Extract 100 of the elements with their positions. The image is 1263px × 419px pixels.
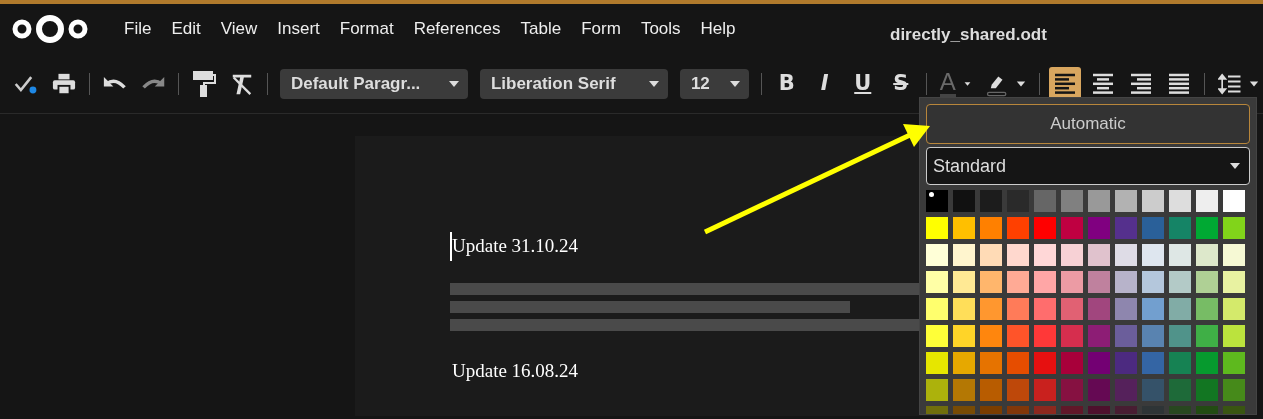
color-swatch[interactable] (1196, 352, 1218, 374)
color-swatch[interactable] (1007, 379, 1029, 401)
color-swatch[interactable] (953, 271, 975, 293)
color-swatch[interactable] (1034, 244, 1056, 266)
color-swatch[interactable] (1223, 271, 1245, 293)
color-swatch[interactable] (1223, 190, 1245, 212)
color-swatch[interactable] (980, 298, 1002, 320)
color-swatch[interactable] (1142, 325, 1164, 347)
color-swatch[interactable] (1061, 379, 1083, 401)
color-swatch[interactable] (1034, 271, 1056, 293)
color-swatch[interactable] (1088, 352, 1110, 374)
color-swatch[interactable] (1115, 271, 1137, 293)
color-swatch[interactable] (1196, 325, 1218, 347)
color-swatch[interactable] (953, 352, 975, 374)
color-swatch[interactable] (1007, 298, 1029, 320)
color-swatch[interactable] (1142, 352, 1164, 374)
color-swatch[interactable] (1169, 271, 1191, 293)
color-swatch[interactable] (1196, 379, 1218, 401)
color-swatch[interactable] (1223, 325, 1245, 347)
color-swatch[interactable] (1142, 379, 1164, 401)
color-swatch[interactable] (1061, 190, 1083, 212)
color-swatch[interactable] (1061, 325, 1083, 347)
color-swatch[interactable] (1196, 244, 1218, 266)
menu-item[interactable]: File (114, 16, 162, 42)
color-swatch[interactable] (1169, 379, 1191, 401)
bold-button[interactable]: B (770, 66, 803, 101)
color-swatch[interactable] (926, 352, 948, 374)
color-swatch[interactable] (1115, 379, 1137, 401)
color-swatch[interactable] (953, 379, 975, 401)
menu-item[interactable]: Edit (161, 16, 211, 42)
italic-button[interactable]: I (808, 66, 841, 101)
color-swatch[interactable] (1007, 217, 1029, 239)
color-swatch[interactable] (1142, 298, 1164, 320)
menu-item[interactable]: Form (571, 16, 631, 42)
color-swatch[interactable] (1088, 244, 1110, 266)
color-swatch[interactable] (980, 244, 1002, 266)
color-swatch[interactable] (1169, 244, 1191, 266)
color-swatch[interactable] (1007, 325, 1029, 347)
color-swatch[interactable] (1115, 190, 1137, 212)
color-swatch[interactable] (1169, 298, 1191, 320)
color-swatch[interactable] (1115, 217, 1137, 239)
underline-button[interactable]: U (846, 66, 879, 101)
color-swatch[interactable] (926, 325, 948, 347)
color-swatch[interactable] (1142, 190, 1164, 212)
menu-item[interactable]: Insert (267, 16, 330, 42)
color-swatch[interactable] (1196, 271, 1218, 293)
color-swatch[interactable] (1034, 325, 1056, 347)
color-swatch[interactable] (1223, 244, 1245, 266)
color-swatch[interactable] (1169, 325, 1191, 347)
color-swatch[interactable] (953, 190, 975, 212)
menu-item[interactable]: Help (690, 16, 746, 42)
color-swatch[interactable] (1142, 217, 1164, 239)
color-swatch[interactable] (980, 325, 1002, 347)
color-swatch[interactable] (1115, 244, 1137, 266)
logo-icon[interactable] (10, 13, 90, 45)
color-swatch[interactable] (1088, 298, 1110, 320)
color-swatch[interactable] (926, 217, 948, 239)
color-swatch[interactable] (926, 298, 948, 320)
color-swatch[interactable] (926, 190, 948, 212)
menu-item[interactable]: References (403, 16, 511, 42)
menu-item[interactable]: Table (510, 16, 572, 42)
menu-item[interactable]: Tools (630, 16, 691, 42)
color-swatch[interactable] (1088, 325, 1110, 347)
color-swatch[interactable] (1169, 190, 1191, 212)
color-swatch[interactable] (980, 190, 1002, 212)
automatic-button[interactable]: Automatic (926, 104, 1250, 144)
color-swatch[interactable] (1088, 379, 1110, 401)
menu-item[interactable]: View (210, 16, 268, 42)
color-swatch[interactable] (1034, 190, 1056, 212)
color-swatch[interactable] (1223, 217, 1245, 239)
color-swatch[interactable] (1034, 217, 1056, 239)
color-swatch[interactable] (926, 271, 948, 293)
color-swatch[interactable] (1196, 190, 1218, 212)
color-swatch[interactable] (1223, 352, 1245, 374)
color-swatch[interactable] (1061, 217, 1083, 239)
color-swatch[interactable] (1007, 271, 1029, 293)
palette-dropdown[interactable]: Standard (926, 147, 1250, 185)
color-swatch[interactable] (1061, 244, 1083, 266)
color-swatch[interactable] (1061, 352, 1083, 374)
color-swatch[interactable] (1007, 352, 1029, 374)
dropdown[interactable]: Default Paragr... (279, 68, 468, 99)
color-swatch[interactable] (1142, 271, 1164, 293)
color-swatch[interactable] (1196, 298, 1218, 320)
strike-button[interactable]: S (884, 66, 917, 101)
color-swatch[interactable] (980, 271, 1002, 293)
color-swatch[interactable] (1115, 352, 1137, 374)
color-swatch[interactable] (1034, 352, 1056, 374)
color-swatch[interactable] (1007, 244, 1029, 266)
dropdown[interactable]: Liberation Serif (479, 68, 668, 99)
color-swatch[interactable] (1169, 352, 1191, 374)
color-swatch[interactable] (1088, 217, 1110, 239)
color-swatch[interactable] (1223, 298, 1245, 320)
color-swatch[interactable] (926, 379, 948, 401)
color-swatch[interactable] (980, 379, 1002, 401)
color-swatch[interactable] (1088, 190, 1110, 212)
color-swatch[interactable] (980, 352, 1002, 374)
color-swatch[interactable] (1223, 379, 1245, 401)
color-swatch[interactable] (953, 244, 975, 266)
color-swatch[interactable] (1115, 298, 1137, 320)
color-swatch[interactable] (1115, 325, 1137, 347)
